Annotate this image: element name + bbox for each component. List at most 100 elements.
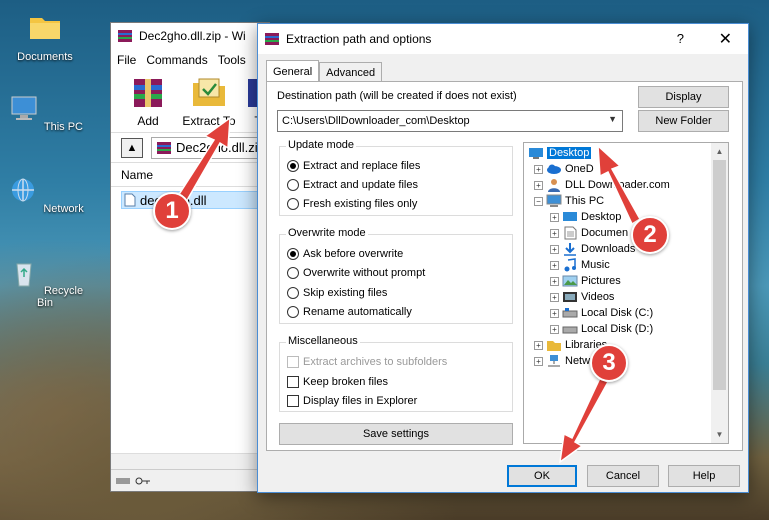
column-header-name[interactable]: Name [111,163,269,187]
winrar-titlebar[interactable]: Dec2gho.dll.zip - Wi [111,23,269,49]
tree-node-onedrive[interactable]: + OneD [534,161,594,177]
dialog-titlebar[interactable]: Extraction path and options ? ✕ [258,24,748,54]
winrar-statusbar [111,469,269,491]
new-folder-button[interactable]: New Folder [638,110,729,132]
option-keep-broken-files[interactable]: Keep broken files [287,376,388,388]
destination-label: Destination path (will be created if doe… [277,90,517,102]
menu-file[interactable]: File [117,53,136,67]
up-folder-button[interactable]: ▲ [121,137,143,158]
radio-button[interactable] [287,160,299,172]
expand-icon[interactable]: + [550,308,559,318]
expand-icon[interactable]: + [534,164,543,174]
tab-general[interactable]: General [266,60,320,82]
up-arrow-icon: ▲ [126,141,138,154]
drive-icon [116,477,130,484]
option-label: Extract and replace files [303,160,421,172]
tree-node-documents[interactable]: + Documen [550,225,628,241]
ok-button[interactable]: OK [507,465,577,487]
expand-icon[interactable]: + [550,260,559,270]
tree-node-label: Desktop [581,211,622,223]
expand-icon[interactable]: + [550,292,559,302]
expand-icon[interactable]: + [534,356,543,366]
checkbox [287,356,299,368]
drive-icon [562,326,578,334]
radio-button[interactable] [287,179,299,191]
option-extract-replace[interactable]: Extract and replace files [287,160,420,172]
expand-icon[interactable]: + [550,276,559,286]
help-button[interactable]: Help [668,465,740,487]
checkbox[interactable] [287,395,299,407]
option-rename-automatically[interactable]: Rename automatically [287,306,412,318]
scrollbar-thumb[interactable] [713,160,726,390]
close-icon[interactable]: ✕ [719,29,732,49]
collapse-icon[interactable]: − [534,196,543,206]
tree-scrollbar[interactable]: ▲ ▼ [711,143,728,443]
add-archive-icon [134,79,162,107]
tree-node-downloads[interactable]: + Downloads [550,241,635,257]
cancel-button[interactable]: Cancel [587,465,659,487]
tree-node-desktop[interactable]: Desktop [528,145,592,161]
radio-button[interactable] [287,267,299,279]
network-icon [548,355,560,367]
winrar-pathbar: ▲ Dec2gho.dll.zip [111,133,269,163]
save-settings-button[interactable]: Save settings [279,423,513,445]
update-mode-label: Update mode [286,139,357,151]
expand-icon[interactable]: + [550,212,559,222]
extract-to-icon [193,78,225,106]
tree-node-label: OneD [565,163,594,175]
winrar-menubar: File Commands Tools [111,49,269,71]
tree-node-music[interactable]: + Music [550,257,610,273]
option-skip-existing[interactable]: Skip existing files [287,287,387,299]
archive-path[interactable]: Dec2gho.dll.zip [151,136,269,159]
expand-icon[interactable]: + [534,180,543,190]
scroll-up-icon[interactable]: ▲ [711,143,728,160]
option-display-in-explorer[interactable]: Display files in Explorer [287,395,417,407]
help-icon[interactable]: ? [677,31,684,46]
computer-icon [546,194,562,207]
expand-icon[interactable]: + [550,244,559,254]
expand-icon[interactable]: + [534,340,543,350]
menu-commands[interactable]: Commands [146,53,207,67]
scroll-down-icon[interactable]: ▼ [711,426,728,443]
tree-node-label: Netw [565,355,591,367]
display-button[interactable]: Display [638,86,729,108]
misc-label: Miscellaneous [286,335,360,347]
radio-button[interactable] [287,248,299,260]
desktop-icon-network[interactable]: Network [5,176,85,215]
tree-node-pc-desktop[interactable]: + Desktop [550,209,621,225]
radio-button[interactable] [287,287,299,299]
add-button[interactable]: Add [123,75,173,128]
file-row[interactable]: dec2gho.dll [121,191,261,209]
tree-node-local-disk-c[interactable]: + Local Disk (C:) [550,305,653,321]
horizontal-scrollbar[interactable] [111,453,269,469]
option-overwrite-without-prompt[interactable]: Overwrite without prompt [287,267,425,279]
option-extract-update[interactable]: Extract and update files [287,179,418,191]
extract-to-label: Extract To [182,114,236,128]
tree-node-this-pc[interactable]: − This PC [534,193,604,209]
desktop-icon-documents[interactable]: Documents [5,12,85,63]
tab-advanced[interactable]: Advanced [319,62,383,82]
tree-node-label: Local Disk (C:) [581,307,654,319]
option-fresh-existing[interactable]: Fresh existing files only [287,198,417,210]
overwrite-mode-label: Overwrite mode [286,227,368,239]
folder-tree-view[interactable]: Desktop + OneD + DLL Downloader.com − Th… [523,142,729,444]
destination-path-combo[interactable]: C:\Users\DllDownloader_com\Desktop ▼ [277,110,623,132]
tree-node-label: DLL Downloader.com [565,179,670,191]
menu-tools[interactable]: Tools [218,53,246,67]
tree-node-network[interactable]: + Netw [534,353,590,369]
checkbox[interactable] [287,376,299,388]
tree-node-label: Downloads [581,243,636,255]
tree-node-local-disk-d[interactable]: + Local Disk (D:) [550,321,653,337]
expand-icon[interactable]: + [550,324,559,334]
option-ask-before-overwrite[interactable]: Ask before overwrite [287,248,403,260]
tree-node-videos[interactable]: + Videos [550,289,614,305]
tree-node-pictures[interactable]: + Pictures [550,273,621,289]
desktop-icon-this-pc[interactable]: This PC [5,94,85,133]
radio-button[interactable] [287,306,299,318]
option-label: Ask before overwrite [303,248,404,260]
desktop-icon-recycle-bin[interactable]: Recycle Bin [5,258,85,309]
extract-to-button[interactable]: Extract To [179,75,239,128]
tree-node-user[interactable]: + DLL Downloader.com [534,177,670,193]
expand-icon[interactable]: + [550,228,559,238]
radio-button[interactable] [287,198,299,210]
